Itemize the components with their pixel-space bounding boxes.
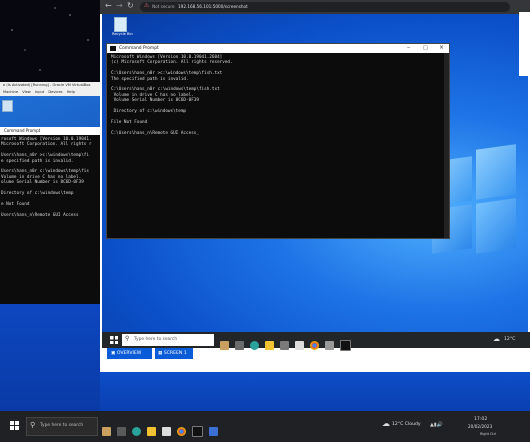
- url-text[interactable]: 192.168.56.101:5000/screenshot: [178, 4, 248, 9]
- vm-cmd-output: rosoft Windows [Version 10.0.19041. Micro…: [0, 135, 100, 218]
- browser-toolbar: ← → ↻ ⚠ Not secure 192.168.56.101:5000/s…: [100, 0, 530, 14]
- scrollbar[interactable]: [444, 53, 449, 238]
- menu-machine[interactable]: Machine: [3, 90, 18, 94]
- host-desktop-left: [0, 304, 100, 411]
- host-file-explorer-icon[interactable]: [147, 427, 156, 436]
- cmd-line: C:\Users\hans_n\Remote GUI Access_: [111, 130, 199, 136]
- file-explorer-icon[interactable]: [265, 341, 274, 350]
- remote-cmd-output: Microsoft Windows [Version 10.0.19041.26…: [107, 53, 449, 136]
- mail-icon[interactable]: [295, 341, 304, 350]
- search-placeholder: Type here to search: [134, 337, 178, 342]
- menu-devices[interactable]: Devices: [48, 90, 62, 94]
- host-desktop: [100, 372, 530, 411]
- remote-cmd-window: Command Prompt – □ × Microsoft Windows […: [106, 43, 450, 239]
- screen1-button[interactable]: ▦ SCREEN 1: [155, 348, 193, 359]
- recycle-bin-icon[interactable]: [2, 100, 13, 112]
- screen1-label: SCREEN 1: [163, 351, 187, 356]
- notepad-icon[interactable]: [325, 341, 334, 350]
- address-bar[interactable]: ⚠ Not secure 192.168.56.101:5000/screens…: [140, 2, 510, 12]
- close-icon[interactable]: ×: [439, 44, 444, 51]
- search-icon: ⚲: [125, 335, 130, 342]
- weather-icon[interactable]: ☁: [493, 335, 500, 343]
- host-terminal-icon[interactable]: [192, 426, 203, 437]
- host-edge-icon[interactable]: [132, 427, 141, 436]
- edge-icon[interactable]: [250, 341, 259, 350]
- cmd-line: Microsoft Corporation. All rights r: [1, 142, 92, 148]
- taskbar-apps: [220, 335, 357, 354]
- host-clock-time[interactable]: 17:02: [474, 417, 487, 422]
- right-ctrl-label: Right Ctrl: [480, 432, 497, 436]
- menu-view[interactable]: View: [22, 90, 31, 94]
- chrome-icon[interactable]: [310, 341, 319, 350]
- virtualbox-title: e (Is Activated) [Running] - Oracle VM V…: [3, 83, 91, 87]
- virtualbox-menubar: Machine View Input Devices Help: [3, 90, 75, 94]
- host-start-icon[interactable]: [10, 421, 19, 430]
- virtualbox-window: e (Is Activated) [Running] - Oracle VM V…: [0, 82, 100, 305]
- maximize-icon[interactable]: □: [423, 45, 428, 51]
- cmd-line: Users\hans_n\Remote GUI Access: [1, 212, 79, 218]
- cmd-line: Users\hans_n0r >c:\windows\temp\fi: [1, 153, 89, 159]
- notification-panel: [519, 12, 530, 76]
- vm-cmd-titlebar: Command Prompt: [0, 127, 100, 135]
- terminal-icon[interactable]: [340, 340, 351, 351]
- host-tray-icons[interactable]: ▲▮🔊: [430, 422, 443, 428]
- host-cortana-icon[interactable]: [102, 427, 111, 436]
- host-search-placeholder: Type here to search: [40, 423, 84, 428]
- store-icon[interactable]: [280, 341, 289, 350]
- host-chrome-icon[interactable]: [177, 427, 186, 436]
- reload-icon[interactable]: ↻: [127, 1, 134, 10]
- remote-desktop: Recycle Bin Command Prompt – □ × Microso…: [102, 14, 528, 332]
- host-mail-icon[interactable]: [162, 427, 171, 436]
- host-clock-date[interactable]: 20/02/2023: [468, 424, 492, 429]
- minimize-icon[interactable]: –: [407, 44, 410, 51]
- task-view-icon[interactable]: [235, 341, 244, 350]
- weather-label: 12°C: [504, 337, 516, 342]
- host-weather-icon[interactable]: ☁: [382, 419, 390, 428]
- recycle-bin-icon: [114, 17, 127, 32]
- host-app-icon[interactable]: [209, 427, 218, 436]
- menu-input[interactable]: Input: [35, 90, 44, 94]
- not-secure-icon[interactable]: ⚠: [144, 2, 149, 9]
- forward-icon[interactable]: →: [116, 1, 123, 10]
- search-box[interactable]: ⚲ Type here to search: [122, 334, 214, 346]
- host-taskbar: ⚲ Type here to search ☁ 12°C Cloudy ▲▮🔊 …: [0, 411, 530, 442]
- host-taskbar-apps: [102, 421, 224, 440]
- host-task-view-icon[interactable]: [117, 427, 126, 436]
- overview-button[interactable]: ▣ OVERVIEW: [107, 348, 152, 359]
- recycle-bin-label: Recycle Bin: [112, 32, 133, 36]
- remote-taskbar-bar: ⚲ Type here to search ☁ 12°C: [102, 332, 530, 351]
- overview-label: OVERVIEW: [116, 351, 142, 356]
- host-search-box[interactable]: ⚲ Type here to search: [26, 417, 98, 436]
- back-icon[interactable]: ←: [105, 1, 112, 10]
- monitor-icon: ▦: [158, 351, 163, 356]
- browser-window: ← → ↻ ⚠ Not secure 192.168.56.101:5000/s…: [100, 0, 530, 372]
- host-weather-label: 12°C Cloudy: [392, 422, 421, 427]
- cmd-app-icon: [110, 46, 116, 51]
- menu-help[interactable]: Help: [67, 90, 75, 94]
- recycle-bin-desktop-icon[interactable]: Recycle Bin: [112, 17, 133, 36]
- host-search-icon: ⚲: [30, 421, 36, 429]
- remote-cmd-title: Command Prompt: [119, 46, 159, 51]
- overview-icon: ▣: [111, 351, 116, 356]
- remote-cmd-titlebar: Command Prompt – □ ×: [107, 44, 449, 53]
- vm-cmd-window: Command Prompt rosoft Windows [Version 1…: [0, 127, 100, 305]
- security-label: Not secure: [152, 4, 175, 9]
- start-icon[interactable]: [110, 336, 118, 344]
- vm-cmd-title: Command Prompt: [4, 128, 41, 133]
- cortana-icon[interactable]: [220, 341, 229, 350]
